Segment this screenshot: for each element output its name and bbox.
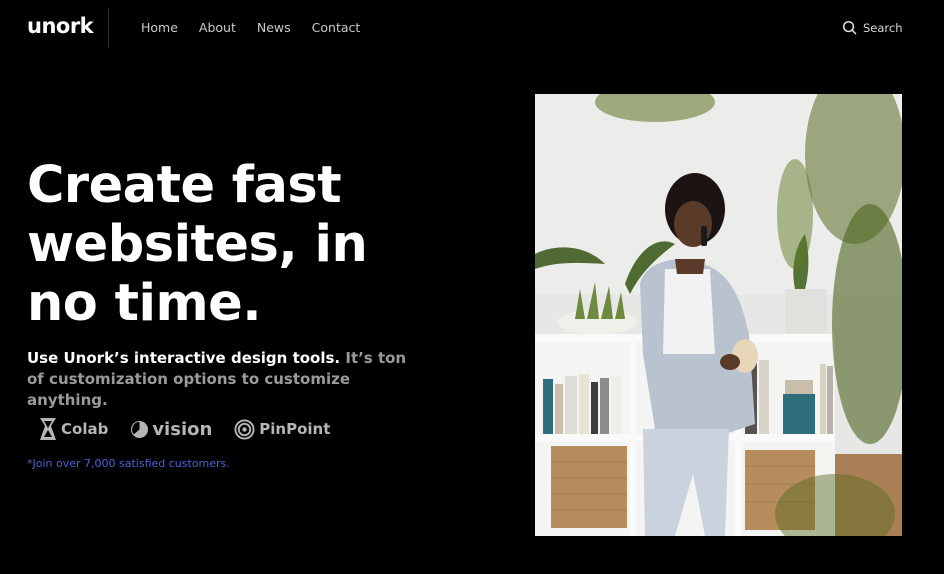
- customer-count-note: *Join over 7,000 satisfied customers.: [27, 457, 230, 470]
- subtext-strong: Use Unork’s interactive design tools.: [27, 349, 341, 367]
- search-icon: [842, 20, 857, 35]
- site-logo[interactable]: unork: [27, 14, 94, 38]
- woman-on-phone-illustration: [535, 94, 902, 536]
- brand-pinpoint-name: PinPoint: [259, 420, 331, 438]
- nav-divider: [108, 8, 109, 48]
- search-label: Search: [863, 20, 903, 35]
- brand-pinpoint: PinPoint: [234, 418, 331, 440]
- brand-colab-name: Colab: [61, 420, 109, 438]
- hero-headline: Create fast websites, in no time.: [27, 156, 447, 333]
- colab-logo-icon: [40, 418, 56, 440]
- nav-link-about[interactable]: About: [199, 20, 236, 35]
- headline-line-3: no time.: [27, 274, 262, 333]
- hero-subtext: Use Unork’s interactive design tools. It…: [27, 348, 427, 411]
- pinpoint-logo-icon: [234, 418, 255, 440]
- nav-link-contact[interactable]: Contact: [312, 20, 361, 35]
- nav-links: Home About News Contact: [141, 20, 381, 35]
- headline-line-2: websites, in: [27, 215, 368, 274]
- search-button[interactable]: Search: [842, 20, 903, 35]
- top-navigation: unork Home About News Contact Search: [0, 0, 944, 56]
- brand-logos: Colab vision PinPoint: [38, 417, 352, 441]
- headline-line-1: Create fast: [27, 156, 342, 215]
- brand-vision-name: vision: [152, 418, 213, 440]
- nav-link-news[interactable]: News: [257, 20, 291, 35]
- hero-photo: [535, 94, 902, 536]
- vision-logo-icon: [131, 420, 149, 438]
- brand-colab: Colab: [38, 417, 108, 441]
- nav-link-home[interactable]: Home: [141, 20, 178, 35]
- brand-vision: vision: [130, 419, 212, 440]
